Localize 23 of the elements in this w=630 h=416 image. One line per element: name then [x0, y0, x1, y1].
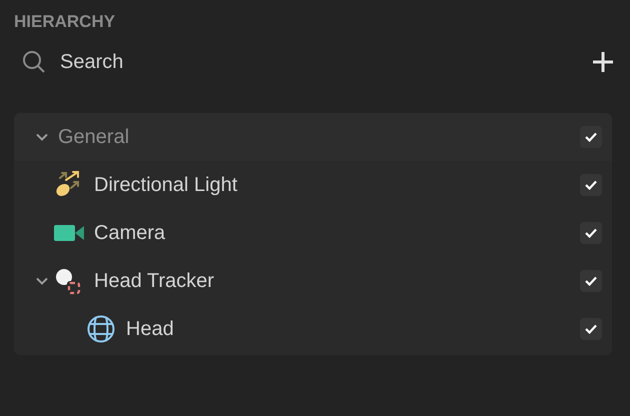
- checkbox[interactable]: [580, 270, 602, 292]
- checkbox[interactable]: [580, 174, 602, 196]
- checkbox[interactable]: [580, 126, 602, 148]
- chevron-icon[interactable]: [36, 133, 48, 141]
- check-icon: [585, 324, 597, 334]
- check-icon: [585, 228, 597, 238]
- video-camera-icon: [54, 222, 84, 244]
- item-label[interactable]: Camera: [94, 222, 580, 244]
- globe-icon: [86, 314, 116, 344]
- checkbox[interactable]: [580, 318, 602, 340]
- item-label[interactable]: Head Tracker: [94, 270, 580, 292]
- item-label[interactable]: Head: [126, 318, 580, 340]
- item-label[interactable]: Directional Light: [94, 174, 580, 196]
- chevron-icon[interactable]: [36, 277, 48, 285]
- search-icon: [22, 50, 46, 74]
- panel-title: HIERARCHY: [14, 11, 116, 33]
- check-icon: [585, 276, 597, 286]
- search-field[interactable]: Search: [60, 50, 592, 74]
- checkbox[interactable]: [580, 222, 602, 244]
- check-icon: [585, 132, 597, 142]
- plus-icon[interactable]: [592, 51, 614, 73]
- check-icon: [585, 180, 597, 190]
- group-label[interactable]: General: [58, 126, 580, 148]
